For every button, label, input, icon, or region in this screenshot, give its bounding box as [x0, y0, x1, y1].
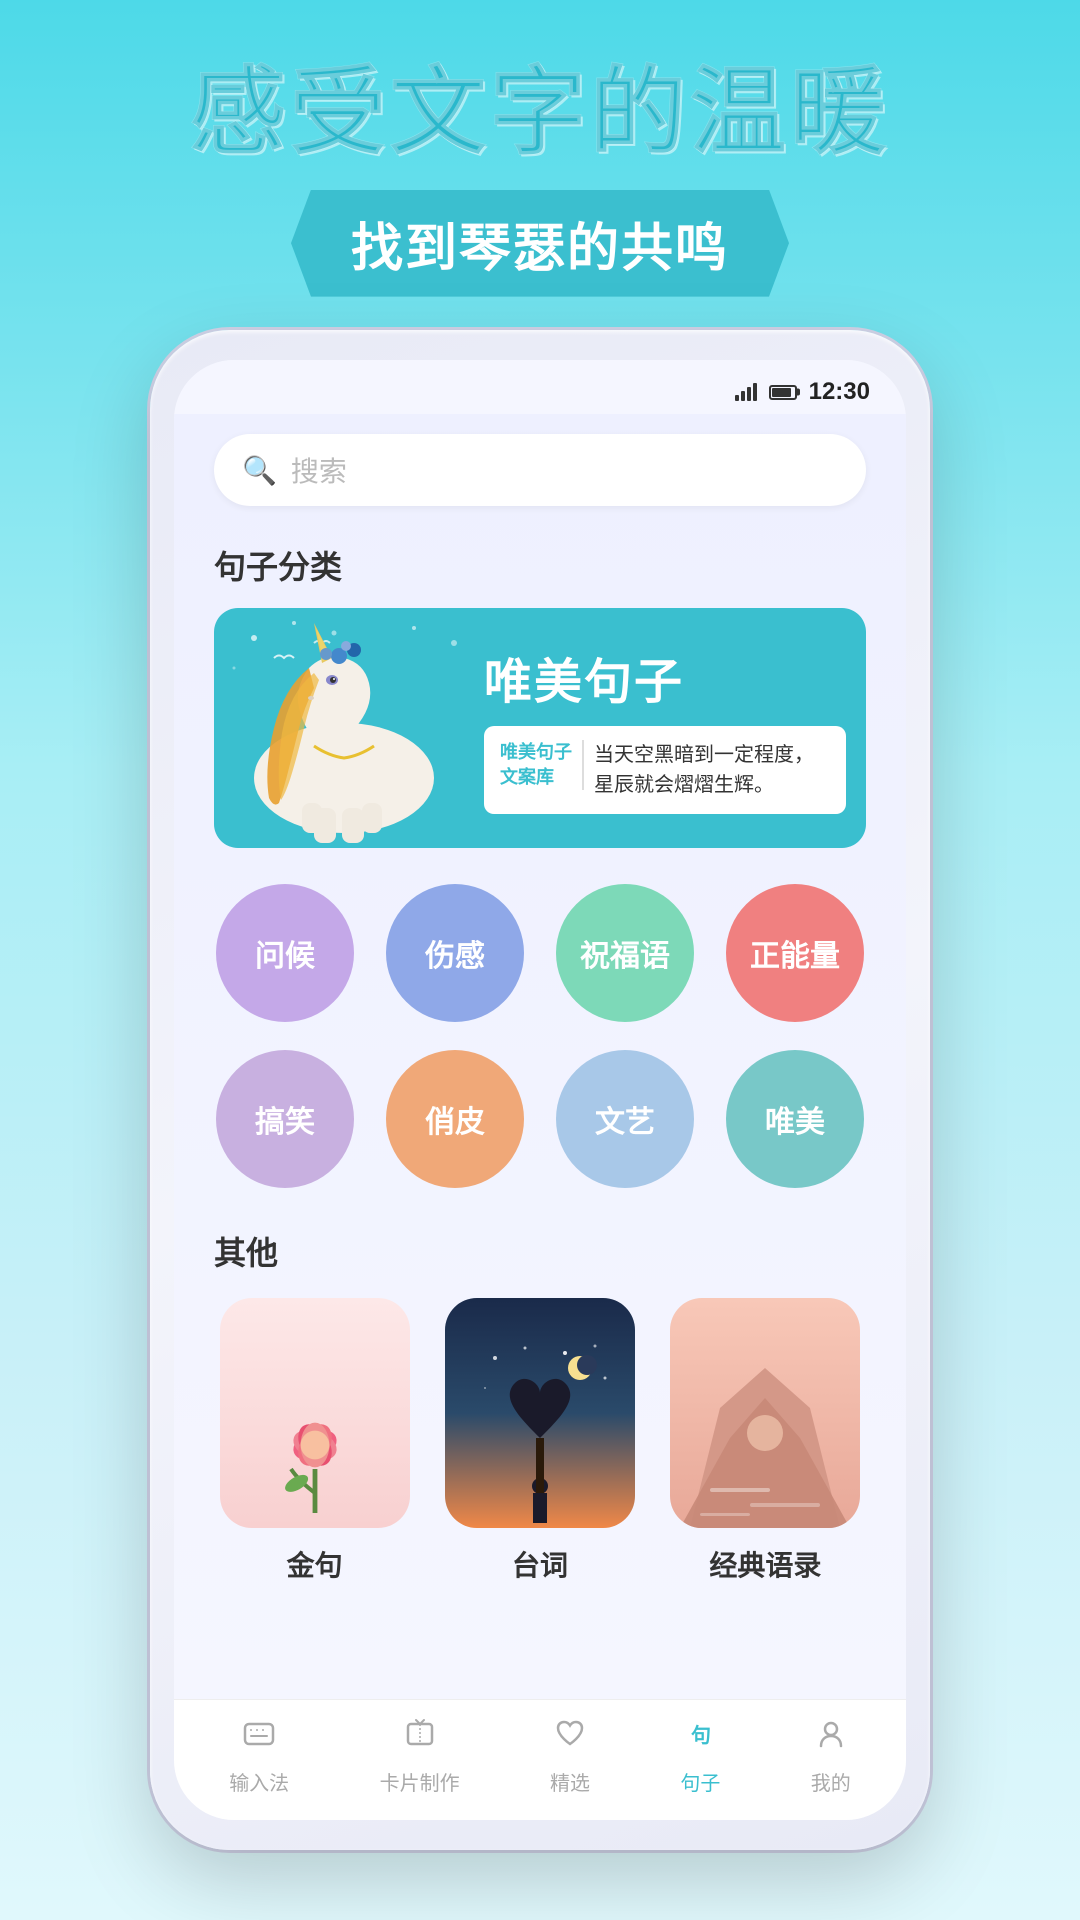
- category-section-title: 句子分类: [214, 542, 866, 588]
- other-label-classics: 经典语录: [709, 1544, 821, 1584]
- nav-label-card: 卡片制作: [380, 1767, 460, 1796]
- search-icon: 🔍: [242, 454, 277, 487]
- banner-quote: 唯美句子文案库 当天空黑暗到一定程度， 星辰就会熠熠生辉。: [484, 726, 846, 814]
- category-greeting[interactable]: 问候: [214, 884, 356, 1022]
- category-positive[interactable]: 正能量: [724, 884, 866, 1022]
- circle-btn-greeting[interactable]: 问候: [216, 884, 354, 1022]
- other-item-golden[interactable]: 金句: [214, 1298, 415, 1584]
- category-grid: 问候伤感祝福语正能量搞笑俏皮文艺唯美: [214, 884, 866, 1188]
- category-blessing[interactable]: 祝福语: [554, 884, 696, 1022]
- banner-content: 唯美句子 唯美句子文案库 当天空黑暗到一定程度， 星辰就会熠熠生辉。: [474, 622, 866, 834]
- nav-item-mine[interactable]: 我的: [811, 1716, 851, 1796]
- other-label-golden: 金句: [287, 1544, 343, 1584]
- circle-btn-funny[interactable]: 搞笑: [216, 1050, 354, 1188]
- status-time: 12:30: [809, 378, 870, 406]
- banner-card[interactable]: 唯美句子 唯美句子文案库 当天空黑暗到一定程度， 星辰就会熠熠生辉。: [214, 608, 866, 848]
- banner-title: 唯美句子: [484, 642, 846, 712]
- category-aesthetic[interactable]: 唯美: [724, 1050, 866, 1188]
- circle-btn-sad[interactable]: 伤感: [386, 884, 524, 1022]
- nav-icon-mine: [813, 1716, 849, 1761]
- banner-quote-label: 唯美句子文案库: [500, 740, 584, 790]
- other-item-classics[interactable]: 经典语录: [665, 1298, 866, 1584]
- bottom-nav: 输入法 卡片制作 精选 句 句子 我的: [174, 1699, 906, 1820]
- battery-icon: [769, 385, 797, 400]
- nav-item-card[interactable]: 卡片制作: [380, 1716, 460, 1796]
- category-funny[interactable]: 搞笑: [214, 1050, 356, 1188]
- other-label-dialogue: 台词: [512, 1544, 568, 1584]
- search-input[interactable]: 搜索: [291, 450, 347, 490]
- phone-mockup: 12:30 🔍 搜索 句子分类: [150, 330, 930, 1850]
- nav-item-input[interactable]: 输入法: [229, 1716, 289, 1796]
- other-item-dialogue[interactable]: 台词: [439, 1298, 640, 1584]
- banner-quote-text: 当天空黑暗到一定程度， 星辰就会熠熠生辉。: [594, 740, 830, 800]
- nav-label-sentence: 句子: [680, 1767, 720, 1796]
- nav-icon-input: [241, 1716, 277, 1761]
- hero-section: 感受文字的温暖 找到琴瑟的共鸣: [0, 0, 1080, 327]
- phone-screen: 12:30 🔍 搜索 句子分类: [174, 360, 906, 1820]
- hero-subtitle: 找到琴瑟的共鸣: [291, 190, 789, 297]
- unicorn-image: [214, 608, 474, 848]
- circle-btn-blessing[interactable]: 祝福语: [556, 884, 694, 1022]
- other-img-classics: [670, 1298, 860, 1528]
- nav-item-sentence[interactable]: 句 句子: [680, 1716, 720, 1796]
- other-img-golden: [220, 1298, 410, 1528]
- circle-btn-aesthetic[interactable]: 唯美: [726, 1050, 864, 1188]
- other-grid: 金句 台词: [214, 1298, 866, 1584]
- screen-content[interactable]: 🔍 搜索 句子分类: [174, 414, 906, 1699]
- nav-label-input: 输入法: [229, 1767, 289, 1796]
- search-bar[interactable]: 🔍 搜索: [214, 434, 866, 506]
- nav-icon-sentence: 句: [682, 1716, 718, 1761]
- nav-icon-picks: [552, 1716, 588, 1761]
- nav-item-picks[interactable]: 精选: [550, 1716, 590, 1796]
- nav-icon-card: [402, 1716, 438, 1761]
- phone-outer: 12:30 🔍 搜索 句子分类: [150, 330, 930, 1850]
- category-sad[interactable]: 伤感: [384, 884, 526, 1022]
- svg-text:句: 句: [691, 1723, 711, 1747]
- other-section-title: 其他: [214, 1228, 866, 1274]
- other-img-dialogue: [445, 1298, 635, 1528]
- hero-title: 感受文字的温暖: [60, 60, 1020, 166]
- status-bar: 12:30: [174, 360, 906, 414]
- nav-label-picks: 精选: [550, 1767, 590, 1796]
- category-literary[interactable]: 文艺: [554, 1050, 696, 1188]
- nav-label-mine: 我的: [811, 1767, 851, 1796]
- circle-btn-literary[interactable]: 文艺: [556, 1050, 694, 1188]
- signal-icon: [735, 383, 757, 401]
- circle-btn-cute[interactable]: 俏皮: [386, 1050, 524, 1188]
- circle-btn-positive[interactable]: 正能量: [726, 884, 864, 1022]
- category-cute[interactable]: 俏皮: [384, 1050, 526, 1188]
